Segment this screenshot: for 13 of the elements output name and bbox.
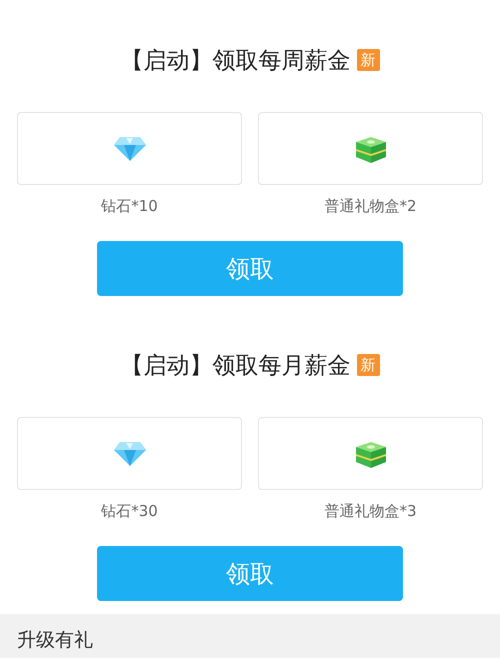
reward-label: 普通礼物盒*2: [324, 196, 417, 216]
claim-button[interactable]: 领取: [97, 241, 403, 296]
section-title: 【启动】领取每周薪金: [120, 46, 350, 76]
reward-label: 普通礼物盒*3: [324, 501, 417, 521]
section-title: 【启动】领取每月薪金: [120, 352, 350, 380]
diamond-icon: [112, 136, 146, 162]
claim-button[interactable]: 领取: [97, 546, 403, 601]
reward-label: 钻石*10: [101, 196, 158, 216]
new-badge: 新: [356, 49, 380, 71]
new-badge: 新: [356, 354, 380, 376]
diamond-icon: [112, 440, 146, 466]
section-heading: 升级有礼: [17, 628, 93, 653]
reward-label: 钻石*30: [101, 501, 158, 521]
